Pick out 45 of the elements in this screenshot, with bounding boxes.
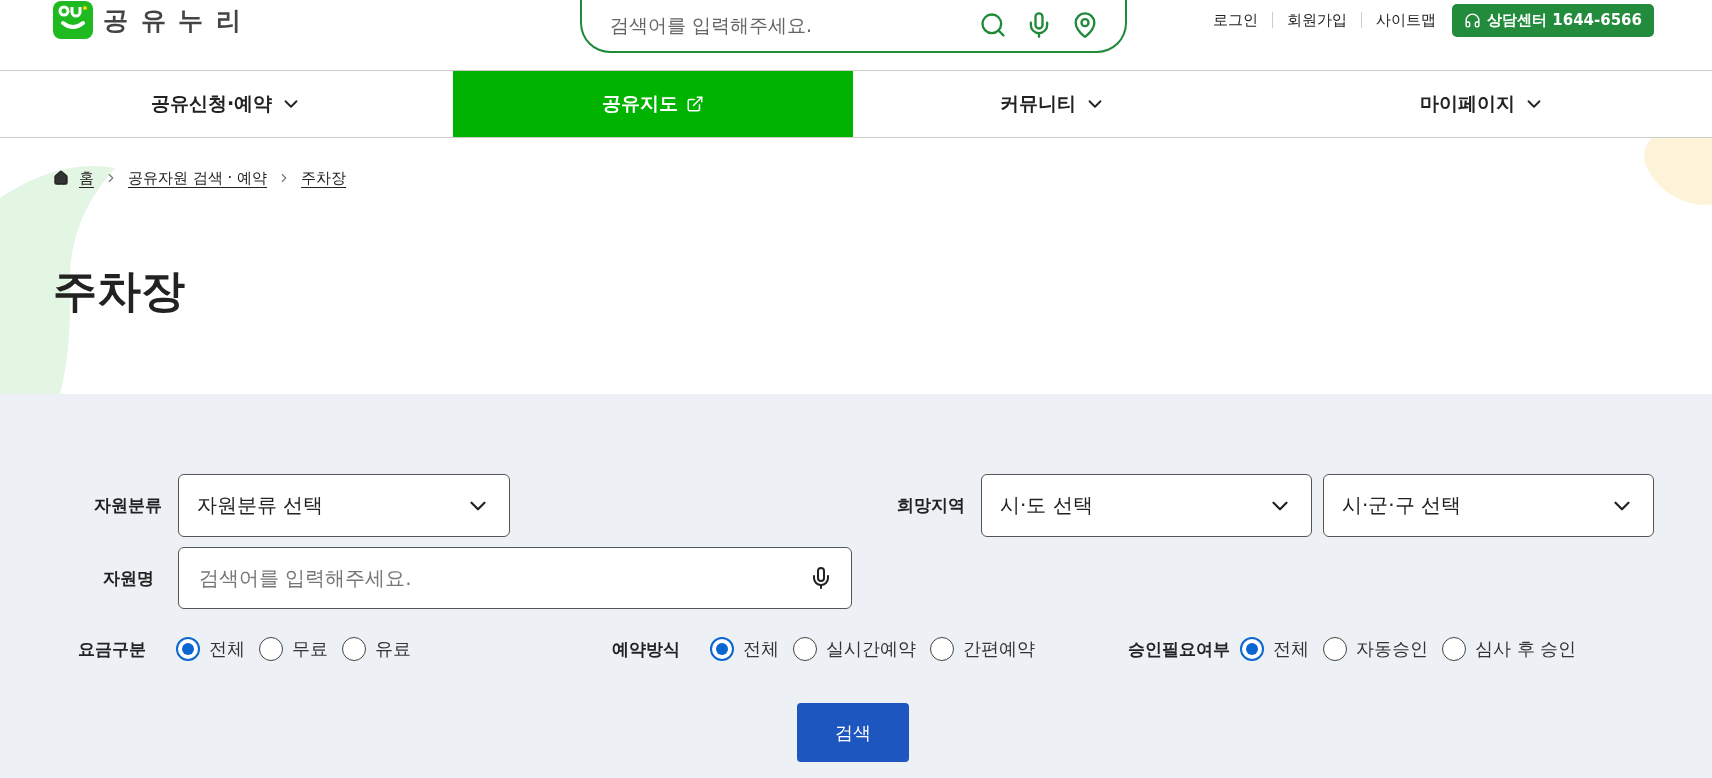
field-label: 희망지역: [896, 494, 966, 517]
radio-option[interactable]: 무료: [259, 637, 328, 661]
radio-button[interactable]: [710, 637, 734, 661]
headphones-icon: [1464, 11, 1482, 29]
call-center-button[interactable]: 상담센터 1644-6566: [1452, 3, 1654, 37]
search-icon[interactable]: [979, 11, 1007, 39]
field-label: 자원명: [101, 566, 155, 590]
radio-option[interactable]: 전체: [1240, 637, 1309, 661]
radio-button[interactable]: [1323, 637, 1347, 661]
logo-icon: [53, 1, 93, 39]
radio-group-label: 요금구분: [78, 637, 146, 661]
radio-button[interactable]: [176, 637, 200, 661]
radio-button[interactable]: [259, 637, 283, 661]
radio-option[interactable]: 자동승인: [1323, 637, 1428, 661]
radio-button[interactable]: [1442, 637, 1466, 661]
category-select[interactable]: 자원분류 선택: [178, 474, 510, 537]
page-title: 주차장: [53, 264, 186, 318]
search-button[interactable]: 검색: [797, 703, 909, 762]
radio-button[interactable]: [342, 637, 366, 661]
search-field[interactable]: 검색어를 입력해주세요.: [608, 13, 961, 37]
home-icon[interactable]: [53, 170, 69, 186]
radio-group-label: 예약방식: [612, 637, 680, 661]
logo-text[interactable]: 공 유 누 리: [103, 3, 244, 37]
radio-option[interactable]: 유료: [342, 637, 411, 661]
radio-button[interactable]: [1240, 637, 1264, 661]
region-select[interactable]: 시·군·구 선택: [1323, 474, 1654, 537]
radio-option[interactable]: 실시간예약: [793, 637, 916, 661]
header-link[interactable]: 사이트맵: [1361, 12, 1451, 28]
search-bar[interactable]: 검색어를 입력해주세요.: [580, 0, 1127, 53]
breadcrumb-link[interactable]: 주차장: [301, 168, 347, 188]
field-label: 자원분류: [93, 494, 163, 517]
header-link[interactable]: 회원가입: [1272, 12, 1362, 28]
radio-option[interactable]: 심사 후 승인: [1442, 637, 1577, 661]
breadcrumb-link[interactable]: 홈: [79, 168, 94, 188]
radio-option[interactable]: 전체: [176, 637, 245, 661]
radio-button[interactable]: [793, 637, 817, 661]
radio-group-label: 승인필요여부: [1128, 637, 1230, 661]
radio-option[interactable]: 간편예약: [930, 637, 1035, 661]
radio-button[interactable]: [930, 637, 954, 661]
external-link-icon: [686, 95, 704, 113]
region-select[interactable]: 시·도 선택: [981, 474, 1312, 537]
radio-option[interactable]: 전체: [710, 637, 779, 661]
name-field-frame[interactable]: 검색어를 입력해주세요.: [178, 547, 852, 609]
breadcrumb-link[interactable]: 공유자원 검색 · 예약: [128, 168, 268, 188]
header-link[interactable]: 로그인: [1199, 12, 1273, 28]
